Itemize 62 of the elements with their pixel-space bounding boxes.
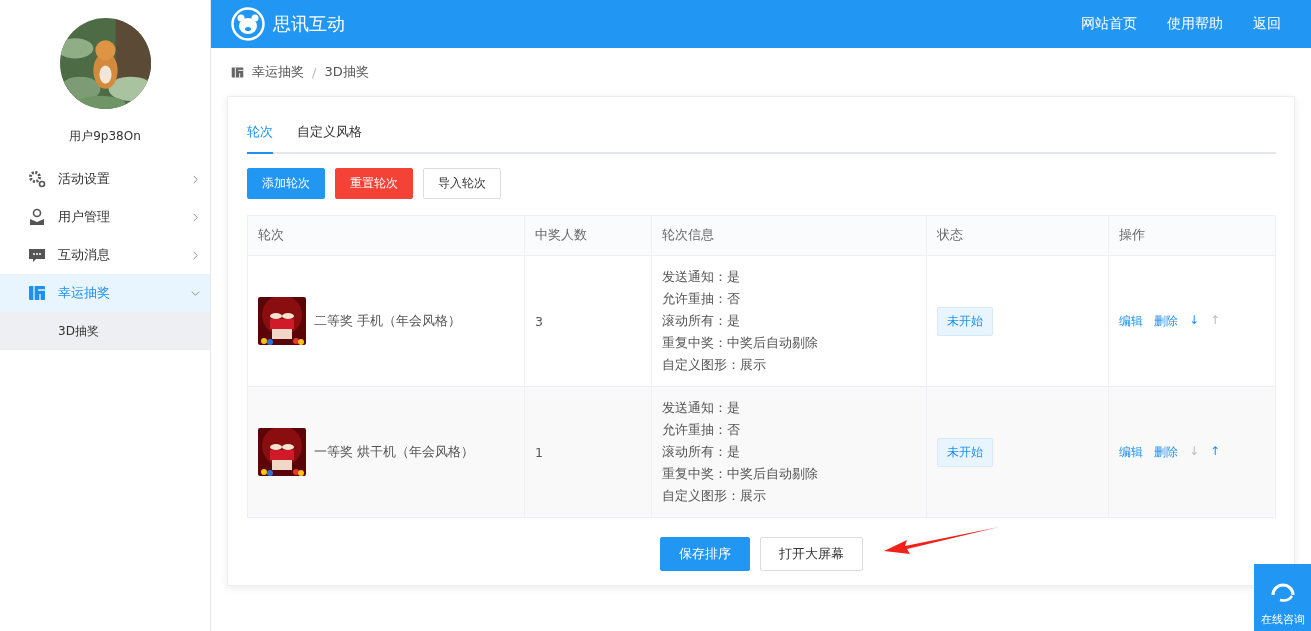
footer-button[interactable]: 保存排序 [660,537,750,571]
sidebar-label: 互动消息 [58,246,111,264]
sidebar-item[interactable]: 互动消息 [0,236,210,274]
sidebar-subitem[interactable]: 3D抽奖 [0,312,210,350]
bear-logo-icon [231,7,265,41]
action-link[interactable]: 编辑 [1119,312,1143,330]
round-info-line: 发送通知：是 [662,268,741,286]
round-info-line: 滚动所有：是 [662,312,741,330]
action-link[interactable]: 删除 [1154,443,1178,461]
move-down-link[interactable]: ↓ [1189,312,1200,330]
status-tag: 未开始 [937,306,993,336]
sidebar-label: 幸运抽奖 [58,284,111,302]
chevron-icon [191,249,200,261]
round-info-line: 滚动所有：是 [662,443,741,461]
winner-count: 1 [535,444,543,460]
breadcrumb-link[interactable]: 3D抽奖 [324,63,369,81]
sidebar-label: 用户管理 [58,208,111,226]
sidebar-item[interactable]: 用户管理 [0,198,210,236]
winner-count: 3 [535,313,543,329]
action-link[interactable]: 删除 [1154,312,1178,330]
footer-button[interactable]: 打开大屏幕 [760,537,863,571]
chevron-icon [191,173,200,185]
move-up-link[interactable]: ↑ [1210,443,1221,461]
grid-icon [28,284,46,302]
round-info-line: 允许重抽：否 [662,290,741,308]
column-header: 中奖人数 [524,215,652,256]
brand-name: 思讯互动 [273,12,346,36]
online-consult-button[interactable]: 在线咨询 [1254,564,1311,631]
column-header: 轮次 [247,215,525,256]
toolbar-button[interactable]: 导入轮次 [423,168,501,199]
round-name: 一等奖 烘干机（年会风格） [314,443,474,461]
user-icon [28,208,46,226]
action-link[interactable]: 编辑 [1119,443,1143,461]
toolbar-button[interactable]: 重置轮次 [335,168,413,199]
round-info-line: 自定义图形：展示 [662,356,767,374]
header-link[interactable]: 返回 [1253,15,1281,33]
sidebar-label: 活动设置 [58,170,111,188]
breadcrumb-separator: / [312,64,317,80]
chat-icon [28,246,46,264]
chevron-icon [191,211,200,223]
column-header: 轮次信息 [651,215,927,256]
consult-label: 在线咨询 [1260,612,1305,627]
round-info-line: 重复中奖：中奖后自动剔除 [662,465,819,483]
round-info-line: 重复中奖：中奖后自动剔除 [662,334,819,352]
breadcrumb-link[interactable]: 幸运抽奖 [252,63,304,81]
column-header: 状态 [926,215,1109,256]
status-tag: 未开始 [937,437,993,467]
column-header: 操作 [1108,215,1276,256]
round-name: 二等奖 手机（年会风格） [314,312,461,330]
sidebar-item[interactable]: 幸运抽奖 [0,274,210,312]
tab[interactable]: 轮次 [247,123,273,154]
sidebar-item[interactable]: 活动设置 [0,160,210,198]
round-info-line: 允许重抽：否 [662,421,741,439]
username: 用户9p38On [69,128,141,145]
round-info-line: 自定义图形：展示 [662,487,767,505]
header-link[interactable]: 使用帮助 [1167,15,1223,33]
grid-icon [231,65,244,79]
tab[interactable]: 自定义风格 [297,123,362,154]
toolbar-button[interactable]: 添加轮次 [247,168,325,199]
round-info-line: 发送通知：是 [662,399,741,417]
gears-icon [28,170,46,188]
header-link[interactable]: 网站首页 [1081,15,1137,33]
